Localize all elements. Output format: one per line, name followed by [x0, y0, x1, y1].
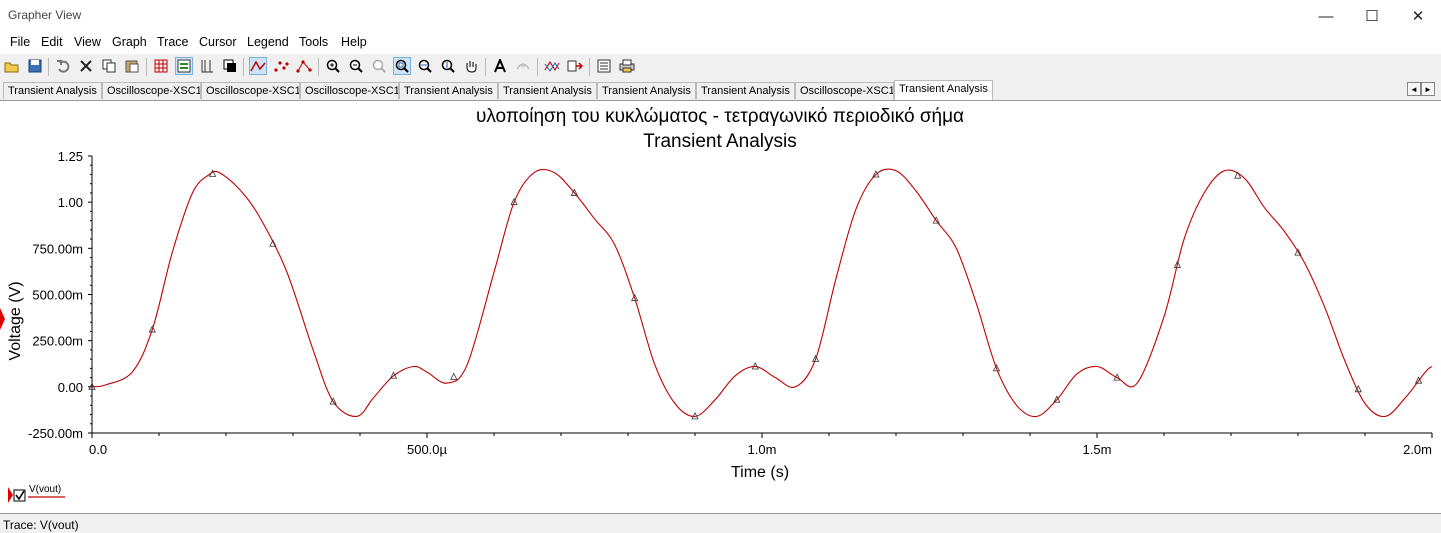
close-button[interactable]: ✕	[1395, 0, 1441, 32]
menu-file[interactable]: File	[10, 35, 30, 49]
pan-icon[interactable]	[462, 57, 480, 75]
status-bar: Trace: V(vout)	[0, 514, 1441, 533]
black-bg-icon[interactable]	[221, 57, 239, 75]
window-title: Grapher View	[8, 8, 82, 22]
chart-title: υλοποίηση του κυκλώματος - τετραγωνικό π…	[476, 106, 964, 127]
trace-layer[interactable]	[91, 168, 1433, 418]
x-tick-label: 1.5m	[1083, 442, 1112, 457]
zoom-out-icon[interactable]	[347, 57, 365, 75]
title-bar: Grapher View — ☐ ✕	[0, 0, 1441, 32]
axes	[91, 156, 1432, 434]
status-text: Trace: V(vout)	[3, 518, 79, 532]
overlay-traces-icon[interactable]	[543, 57, 561, 75]
menu-view[interactable]: View	[74, 35, 101, 49]
y-tick-label: 250.00m	[32, 334, 83, 349]
tab-oscilloscope-2[interactable]: Oscilloscope-XSC1	[201, 82, 300, 99]
chart-subtitle: Transient Analysis	[643, 131, 796, 152]
series-line-vout[interactable]	[91, 168, 1433, 418]
x-tick-label: 2.0m	[1403, 442, 1432, 457]
menu-help[interactable]: Help	[341, 35, 367, 49]
tab-transient-analysis-active[interactable]: Transient Analysis	[894, 80, 993, 100]
y-tick-label: 500.00m	[32, 288, 83, 303]
zoom-in-icon[interactable]	[324, 57, 342, 75]
trace-marker-triangle	[450, 372, 458, 380]
toolbar	[0, 54, 1441, 81]
scatter-trace-icon[interactable]	[272, 57, 290, 75]
menu-bar: File Edit View Graph Trace Cursor Legend…	[0, 32, 1441, 54]
legend-active-marker-icon	[8, 487, 13, 503]
tab-scroll-left-icon[interactable]: ◄	[1407, 82, 1421, 96]
line-trace-icon[interactable]	[249, 57, 267, 75]
grid-icon[interactable]	[152, 57, 170, 75]
tab-oscilloscope-3[interactable]: Oscilloscope-XSC1	[300, 82, 399, 99]
zoom-x-icon[interactable]	[416, 57, 434, 75]
active-axis-marker-icon	[0, 308, 5, 330]
legend-label: V(vout)	[29, 484, 61, 495]
x-tick-label: 1.0m	[748, 442, 777, 457]
y-ticks: 1.25 1.00 750.00m 500.00m 250.00m 0.00 -250.00…	[28, 149, 92, 441]
tab-transient-analysis-1[interactable]: Transient Analysis	[3, 82, 102, 99]
zoom-area-icon[interactable]	[393, 57, 411, 75]
legend-icon[interactable]	[175, 57, 193, 75]
menu-edit[interactable]: Edit	[41, 35, 63, 49]
export-icon[interactable]	[566, 57, 584, 75]
tab-transient-analysis-5[interactable]: Transient Analysis	[696, 82, 795, 99]
text-icon[interactable]	[491, 57, 509, 75]
trace-markers	[88, 169, 1423, 420]
menu-trace[interactable]: Trace	[157, 35, 189, 49]
zoom-fit-icon[interactable]	[370, 57, 388, 75]
tab-transient-analysis-4[interactable]: Transient Analysis	[597, 82, 696, 99]
zoom-y-icon[interactable]	[439, 57, 457, 75]
y-tick-label: 0.00	[58, 380, 83, 395]
properties-icon[interactable]	[595, 57, 613, 75]
x-ticks: 0.0 500.0µ 1.0m 1.5m 2.0m	[89, 433, 1433, 457]
y-tick-label: 1.25	[58, 149, 83, 164]
open-icon[interactable]	[3, 57, 21, 75]
graph-panel[interactable]: υλοποίηση του κυκλώματος - τετραγωνικό π…	[0, 100, 1441, 514]
y-axis-label: Voltage (V)	[7, 281, 24, 360]
menu-tools[interactable]: Tools	[299, 35, 328, 49]
menu-legend[interactable]: Legend	[247, 35, 289, 49]
menu-graph[interactable]: Graph	[112, 35, 147, 49]
tab-oscilloscope-4[interactable]: Oscilloscope-XSC1	[795, 82, 894, 99]
menu-cursor[interactable]: Cursor	[199, 35, 237, 49]
y-tick-label: 1.00	[58, 195, 83, 210]
tab-oscilloscope-1[interactable]: Oscilloscope-XSC1	[102, 82, 201, 99]
minimize-button[interactable]: —	[1303, 0, 1349, 32]
tab-scroll-right-icon[interactable]: ►	[1421, 82, 1435, 96]
y-tick-label: -250.00m	[28, 426, 83, 441]
x-axis-label: Time (s)	[731, 464, 789, 481]
tab-transient-analysis-2[interactable]: Transient Analysis	[399, 82, 498, 99]
paste-icon[interactable]	[123, 57, 141, 75]
cursor-toggle-icon[interactable]	[198, 57, 216, 75]
legend[interactable]: V(vout)	[8, 484, 65, 503]
y-tick-label: 750.00m	[32, 241, 83, 256]
transient-chart[interactable]: υλοποίηση του κυκλώματος - τετραγωνικό π…	[0, 101, 1441, 513]
line-point-trace-icon[interactable]	[295, 57, 313, 75]
save-icon[interactable]	[26, 57, 44, 75]
cut-icon[interactable]	[77, 57, 95, 75]
copy-icon[interactable]	[100, 57, 118, 75]
tab-transient-analysis-3[interactable]: Transient Analysis	[498, 82, 597, 99]
undo-icon[interactable]	[54, 57, 72, 75]
x-tick-label: 0.0	[89, 442, 107, 457]
tab-strip: Transient Analysis Oscilloscope-XSC1 Osc…	[0, 80, 1441, 100]
maximize-button[interactable]: ☐	[1349, 0, 1395, 32]
x-tick-label: 500.0µ	[407, 442, 448, 457]
marker-icon[interactable]	[514, 57, 532, 75]
print-icon[interactable]	[618, 57, 636, 75]
